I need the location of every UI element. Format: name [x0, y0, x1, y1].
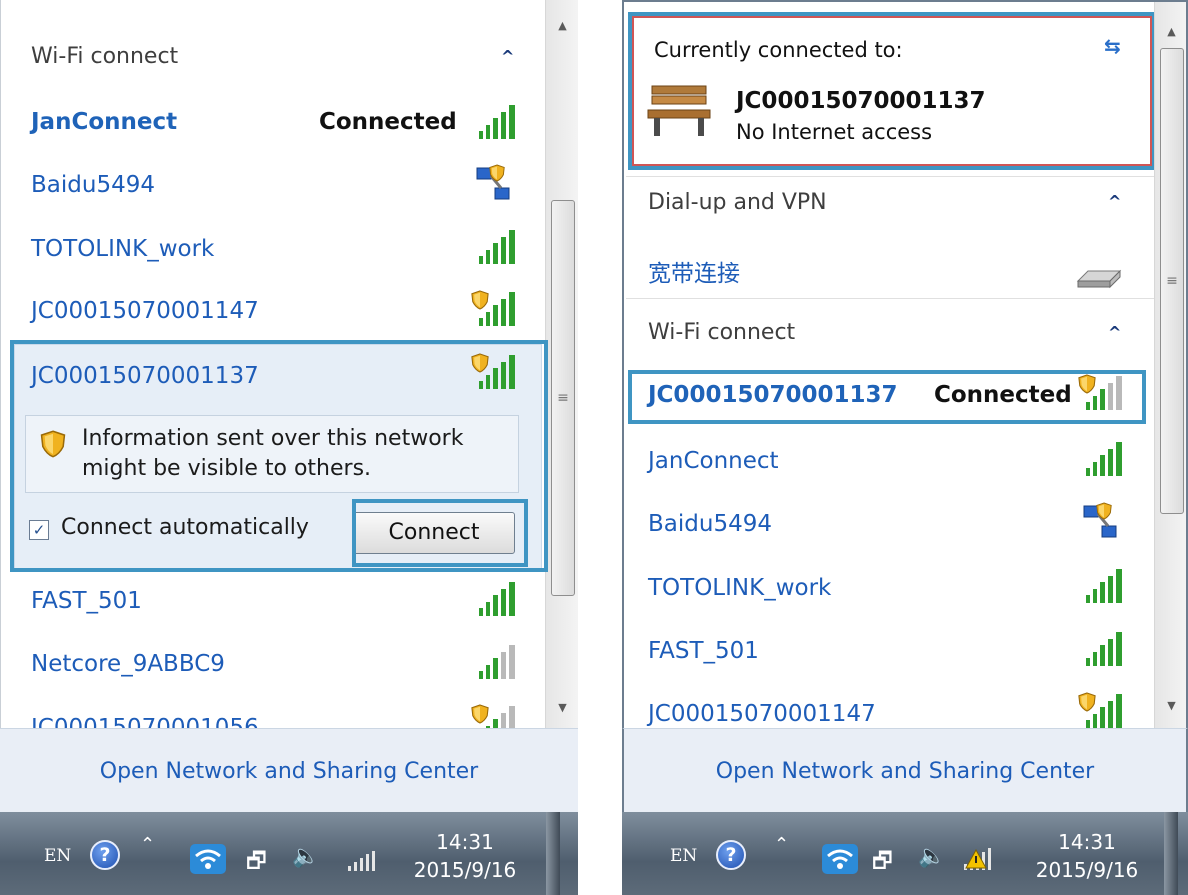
network-status-icon[interactable]: 🗗	[246, 844, 267, 882]
scrollbar-thumb[interactable]: ≡	[551, 200, 575, 596]
scroll-up-arrow-icon[interactable]: ▲	[546, 14, 578, 38]
network-name[interactable]: Baidu5494	[31, 172, 155, 198]
language-indicator[interactable]: EN	[670, 846, 697, 866]
scroll-up-arrow-icon[interactable]: ▲	[1155, 20, 1186, 44]
secured-signal-icon	[471, 290, 515, 326]
highlight-frame	[628, 12, 1156, 170]
signal-warning-tray-icon[interactable]	[962, 846, 994, 872]
show-desktop-button[interactable]	[1164, 812, 1178, 895]
help-icon[interactable]: ?	[716, 840, 746, 870]
adhoc-network-icon	[476, 164, 510, 200]
collapse-chevron-icon[interactable]: ^	[501, 47, 514, 66]
highlight-frame	[628, 370, 1146, 424]
signal-full-icon	[1078, 440, 1124, 480]
adhoc-network-icon	[1083, 502, 1117, 538]
network-name[interactable]: FAST_501	[648, 638, 759, 664]
flyout-footer: Open Network and Sharing Center	[0, 728, 578, 812]
show-hidden-icons-icon[interactable]: ⌃	[774, 834, 789, 855]
taskbar: EN ? ⌃ 🗗 🔈 14:31 2015/9/16	[0, 812, 578, 895]
network-status-icon[interactable]: 🗗	[872, 844, 893, 882]
signal-full-icon	[471, 580, 517, 620]
tray-clock[interactable]: 14:31 2015/9/16	[410, 828, 520, 884]
separator	[626, 176, 1154, 177]
collapse-chevron-icon[interactable]: ^	[1108, 323, 1121, 342]
tray-clock[interactable]: 14:31 2015/9/16	[1032, 828, 1142, 884]
dialup-section-header[interactable]: Dial-up and VPN	[648, 190, 827, 215]
wifi-icon[interactable]	[190, 844, 226, 874]
network-name[interactable]: FAST_501	[31, 588, 142, 614]
network-name[interactable]: Netcore_9ABBC9	[31, 651, 225, 677]
clock-date: 2015/9/16	[1035, 858, 1139, 882]
taskbar: EN ? ⌃ 🗗 🔈 14:31 2015/9/16	[622, 812, 1188, 895]
signal-tray-icon[interactable]	[346, 850, 376, 872]
network-list-pane: Wi-Fi connect ^ JanConnect Connected Bai…	[0, 0, 578, 728]
volume-icon[interactable]: 🔈	[918, 844, 945, 869]
signal-partial-icon	[471, 643, 517, 683]
scroll-down-arrow-icon[interactable]: ▼	[546, 696, 578, 720]
dialup-connection-name[interactable]: 宽带连接	[648, 254, 740, 288]
volume-icon[interactable]: 🔈	[292, 844, 319, 869]
signal-full-icon	[471, 103, 517, 143]
scrollbar[interactable]: ▲ ≡ ▼	[1154, 2, 1186, 728]
language-indicator[interactable]: EN	[44, 846, 71, 866]
clock-time: 14:31	[1058, 830, 1116, 854]
network-name[interactable]: TOTOLINK_work	[31, 236, 214, 262]
clock-date: 2015/9/16	[413, 858, 517, 882]
network-list-pane: Currently connected to: ⇆ JC000150700011…	[622, 0, 1188, 728]
scroll-down-arrow-icon[interactable]: ▼	[1155, 694, 1186, 718]
open-network-sharing-center-link[interactable]: Open Network and Sharing Center	[0, 759, 578, 784]
wifi-section-header[interactable]: Wi-Fi connect	[31, 44, 178, 69]
highlight-frame	[352, 499, 528, 567]
show-desktop-button[interactable]	[546, 812, 560, 895]
left-network-flyout: Wi-Fi connect ^ JanConnect Connected Bai…	[0, 0, 578, 895]
signal-full-icon	[1078, 567, 1124, 607]
separator	[626, 298, 1154, 299]
collapse-chevron-icon[interactable]: ^	[1108, 192, 1121, 211]
network-name[interactable]: TOTOLINK_work	[648, 575, 831, 601]
show-hidden-icons-icon[interactable]: ⌃	[140, 834, 155, 855]
modem-icon	[1076, 269, 1122, 289]
network-name[interactable]: JanConnect	[648, 448, 779, 474]
network-name[interactable]: JC00015070001147	[31, 298, 259, 324]
wifi-icon[interactable]	[822, 844, 858, 874]
scrollbar[interactable]: ▲ ≡ ▼	[545, 0, 578, 728]
scrollbar-thumb[interactable]: ≡	[1160, 48, 1184, 514]
clock-time: 14:31	[436, 830, 494, 854]
open-network-sharing-center-link[interactable]: Open Network and Sharing Center	[624, 759, 1186, 784]
signal-full-icon	[471, 228, 517, 268]
right-network-flyout: Currently connected to: ⇆ JC000150700011…	[622, 0, 1188, 895]
flyout-footer: Open Network and Sharing Center	[622, 728, 1188, 812]
wifi-section-header[interactable]: Wi-Fi connect	[648, 320, 795, 345]
signal-full-icon	[1078, 630, 1124, 670]
secured-signal-icon	[1078, 692, 1122, 728]
connected-label: Connected	[319, 109, 457, 135]
network-name[interactable]: Baidu5494	[648, 511, 772, 537]
network-name[interactable]: JC00015070001056	[31, 713, 259, 728]
network-name[interactable]: JanConnect	[31, 109, 177, 135]
help-icon[interactable]: ?	[90, 840, 120, 870]
network-name[interactable]: JC00015070001147	[648, 701, 876, 727]
secured-signal-icon	[471, 704, 515, 728]
